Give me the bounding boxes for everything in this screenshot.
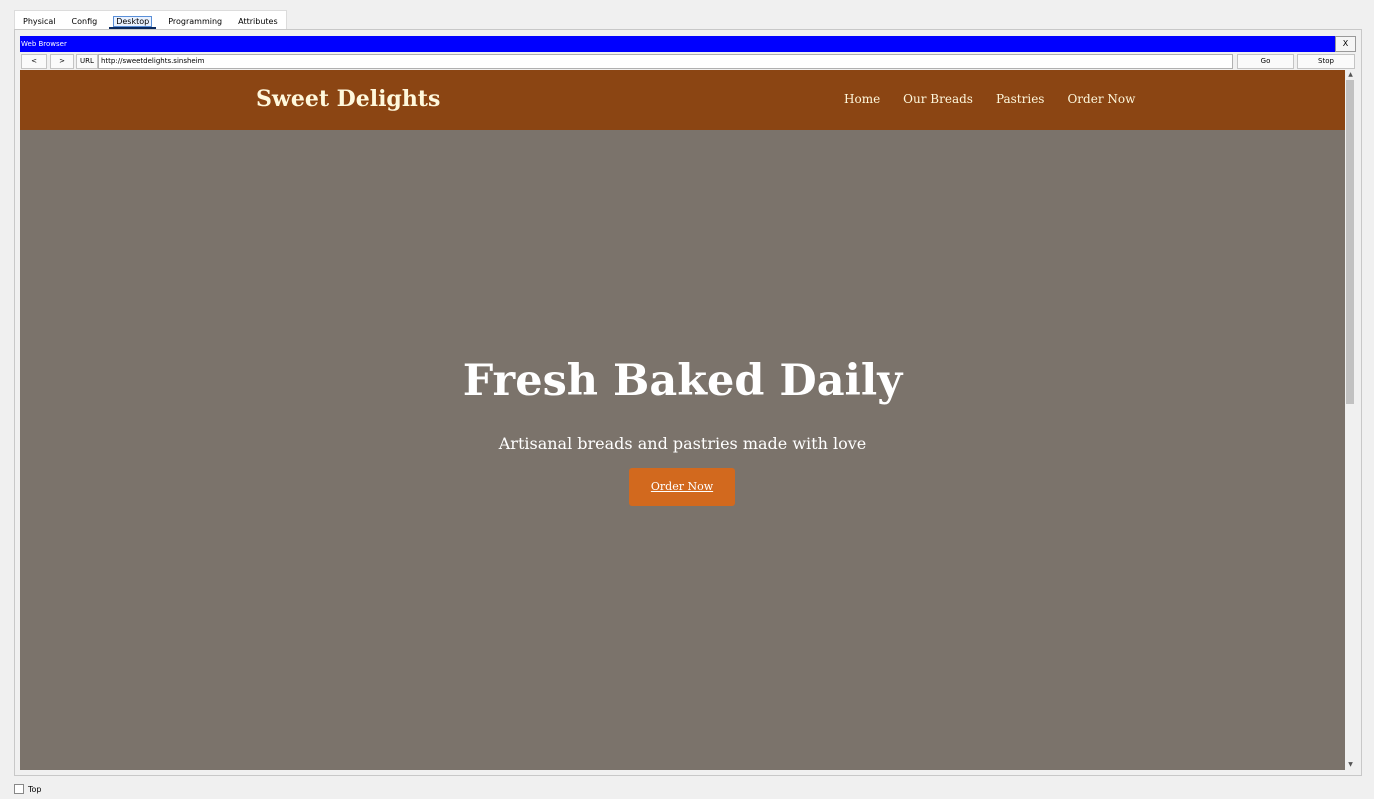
scrollbar-thumb[interactable] [1346,80,1354,404]
go-button[interactable]: Go [1237,54,1294,69]
top-label: Top [28,784,42,794]
tab-programming[interactable]: Programming [160,11,230,30]
site-header: Sweet Delights Home Our Breads Pastries … [20,70,1345,130]
site-brand[interactable]: Sweet Delights [256,86,440,112]
menu-order-now[interactable]: Order Now [1067,92,1135,106]
stop-button[interactable]: Stop [1297,54,1355,69]
site-menu: Home Our Breads Pastries Order Now [844,92,1135,106]
tab-label: Config [71,17,98,26]
back-button[interactable]: < [21,54,47,69]
mode-tabs: Physical Config Desktop Programming Attr… [14,10,287,30]
tab-label: Desktop [113,16,153,27]
close-button[interactable]: X [1335,36,1356,52]
web-browser-window: Web Browser X < > URL http://sweetdeligh… [20,36,1356,772]
tab-label: Attributes [238,17,278,26]
menu-pastries[interactable]: Pastries [996,92,1045,106]
forward-button[interactable]: > [50,54,74,69]
menu-home[interactable]: Home [844,92,880,106]
hero-subtitle: Artisanal breads and pastries made with … [498,434,867,453]
tab-config[interactable]: Config [64,11,106,30]
menu-our-breads[interactable]: Our Breads [903,92,973,106]
url-label: URL [76,54,98,69]
window-titlebar: Web Browser X [20,36,1356,52]
hero-section: Fresh Baked Daily Artisanal breads and p… [20,130,1345,770]
top-checkbox[interactable] [14,784,24,794]
tab-label: Programming [168,17,223,26]
tab-attributes[interactable]: Attributes [230,11,286,30]
order-now-button[interactable]: Order Now [629,468,735,506]
vertical-scrollbar[interactable]: ▲ ▼ [1345,70,1356,770]
tab-desktop[interactable]: Desktop [105,11,160,30]
scroll-down-icon[interactable]: ▼ [1345,760,1356,770]
url-input[interactable]: http://sweetdelights.sinsheim [98,54,1233,69]
tab-label: Physical [23,17,56,26]
tab-physical[interactable]: Physical [15,11,64,30]
hero-title: Fresh Baked Daily [462,356,903,406]
window-title: Web Browser [21,40,67,48]
page-viewport[interactable]: Sweet Delights Home Our Breads Pastries … [20,70,1345,770]
browser-toolbar: < > URL http://sweetdelights.sinsheim Go… [20,53,1356,70]
top-option: Top [14,784,42,794]
scroll-up-icon[interactable]: ▲ [1345,70,1356,80]
